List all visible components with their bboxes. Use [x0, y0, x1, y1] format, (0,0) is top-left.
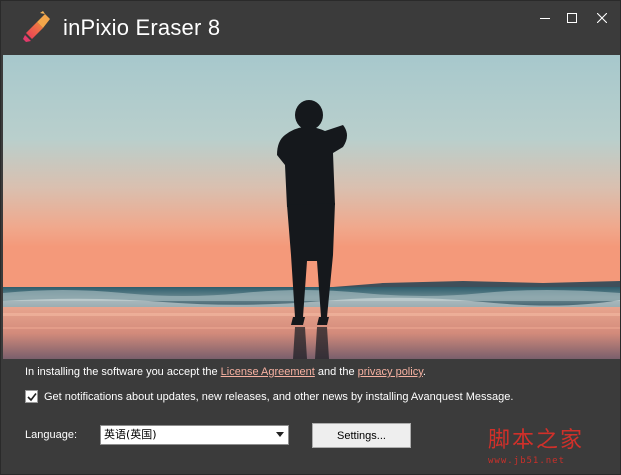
notifications-checkbox[interactable] [25, 390, 38, 403]
maximize-button[interactable] [558, 7, 586, 29]
install-options-panel: In installing the software you accept th… [3, 359, 620, 474]
notifications-label: Get notifications about updates, new rel… [44, 390, 514, 403]
close-icon [597, 13, 607, 23]
language-selected-value: 英语(英国) [104, 428, 157, 441]
watermark-url: www.jb51.net [488, 456, 566, 466]
privacy-policy-link[interactable]: privacy policy [358, 366, 423, 378]
app-title: inPixio Eraser 8 [63, 15, 221, 40]
license-statement: In installing the software you accept th… [25, 366, 426, 378]
hero-image [3, 55, 620, 359]
maximize-icon [567, 13, 577, 23]
minimize-button[interactable] [531, 7, 559, 29]
chevron-down-icon [276, 432, 284, 437]
watermark-text: 脚本之家 [488, 428, 585, 453]
beach-sunset-illustration [3, 55, 620, 359]
title-bar[interactable]: inPixio Eraser 8 [1, 1, 620, 55]
settings-button[interactable]: Settings... [312, 423, 411, 448]
license-agreement-link[interactable]: License Agreement [221, 366, 315, 378]
license-middle: and the [314, 366, 358, 378]
installer-window: inPixio Eraser 8 In installing the softw… [0, 0, 621, 475]
language-label: Language: [25, 429, 77, 441]
license-prefix: In installing the software you accept th… [25, 366, 221, 378]
inpixio-logo-icon [23, 11, 50, 42]
close-button[interactable] [588, 7, 616, 29]
notifications-option[interactable]: Get notifications about updates, new rel… [25, 390, 513, 403]
language-select[interactable]: 英语(英国) [100, 425, 289, 445]
site-watermark: 脚本之家 www.jb51.net [488, 422, 618, 470]
minimize-icon [540, 18, 550, 19]
checkmark-icon [26, 392, 37, 401]
license-suffix: . [422, 366, 426, 378]
